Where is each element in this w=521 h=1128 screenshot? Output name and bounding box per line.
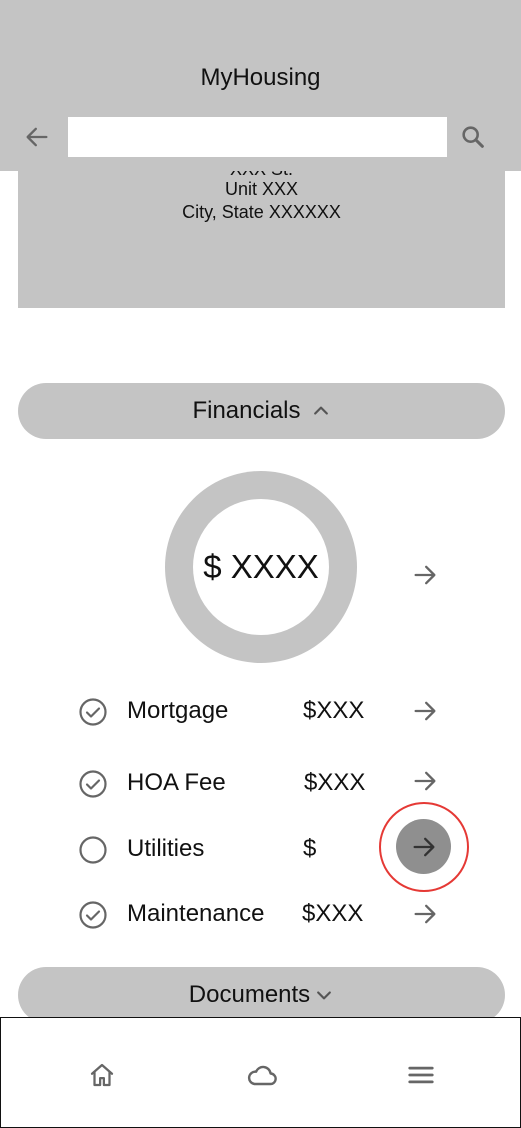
donut-center: $ XXXX xyxy=(193,499,329,635)
arrow-right-icon xyxy=(414,565,436,585)
financials-total-arrow-button[interactable] xyxy=(409,559,441,591)
maintenance-label: Maintenance xyxy=(127,900,265,927)
financials-total: $ XXXX xyxy=(203,548,319,585)
chevron-up-icon xyxy=(311,401,331,421)
mortgage-arrow-button[interactable] xyxy=(409,695,441,727)
address-line-city: City, State XXXXXX xyxy=(182,202,341,222)
check-circle-icon xyxy=(79,770,107,798)
empty-circle-icon xyxy=(79,836,107,864)
documents-section-toggle[interactable]: Documents xyxy=(18,967,505,1023)
arrow-right-icon xyxy=(413,837,434,856)
financials-label: Financials xyxy=(192,397,301,424)
utilities-amount: $ xyxy=(303,835,317,862)
app-header: MyHousing xyxy=(0,0,521,171)
check-circle-icon xyxy=(79,698,107,726)
nav-cloud-button[interactable] xyxy=(242,1055,282,1095)
hoa-fee-amount: $XXX xyxy=(304,769,366,796)
bottom-navigation xyxy=(0,1017,521,1128)
arrow-right-icon xyxy=(414,771,436,791)
home-icon xyxy=(90,1063,114,1087)
search-input[interactable] xyxy=(68,117,447,157)
address-line-unit: Unit XXX xyxy=(224,179,299,199)
financials-section-toggle[interactable]: Financials xyxy=(18,383,505,439)
maintenance-amount: $XXX xyxy=(302,900,364,927)
arrow-right-icon xyxy=(414,904,436,924)
mortgage-label: Mortgage xyxy=(127,697,229,724)
documents-label: Documents xyxy=(188,981,311,1008)
address-card: XXX St. Unit XXX City, State XXXXXX xyxy=(18,150,505,308)
back-button[interactable] xyxy=(22,122,52,152)
nav-menu-button[interactable] xyxy=(401,1055,441,1095)
nav-home-button[interactable] xyxy=(82,1055,122,1095)
arrow-right-icon xyxy=(414,701,436,721)
search-button[interactable] xyxy=(458,122,488,152)
financials-total-donut: $ XXXX xyxy=(165,471,357,663)
search-icon xyxy=(462,126,484,148)
menu-icon xyxy=(408,1066,434,1084)
arrow-left-icon xyxy=(26,127,48,147)
app-title: MyHousing xyxy=(200,64,321,91)
check-circle-icon xyxy=(79,901,107,929)
maintenance-arrow-button[interactable] xyxy=(409,898,441,930)
hoa-fee-arrow-button[interactable] xyxy=(409,765,441,797)
utilities-label: Utilities xyxy=(127,835,205,862)
mortgage-amount: $XXX xyxy=(303,697,365,724)
chevron-down-icon xyxy=(314,985,334,1005)
hoa-fee-label: HOA Fee xyxy=(127,769,226,796)
utilities-arrow-button[interactable] xyxy=(396,819,451,874)
cloud-icon xyxy=(247,1065,277,1086)
